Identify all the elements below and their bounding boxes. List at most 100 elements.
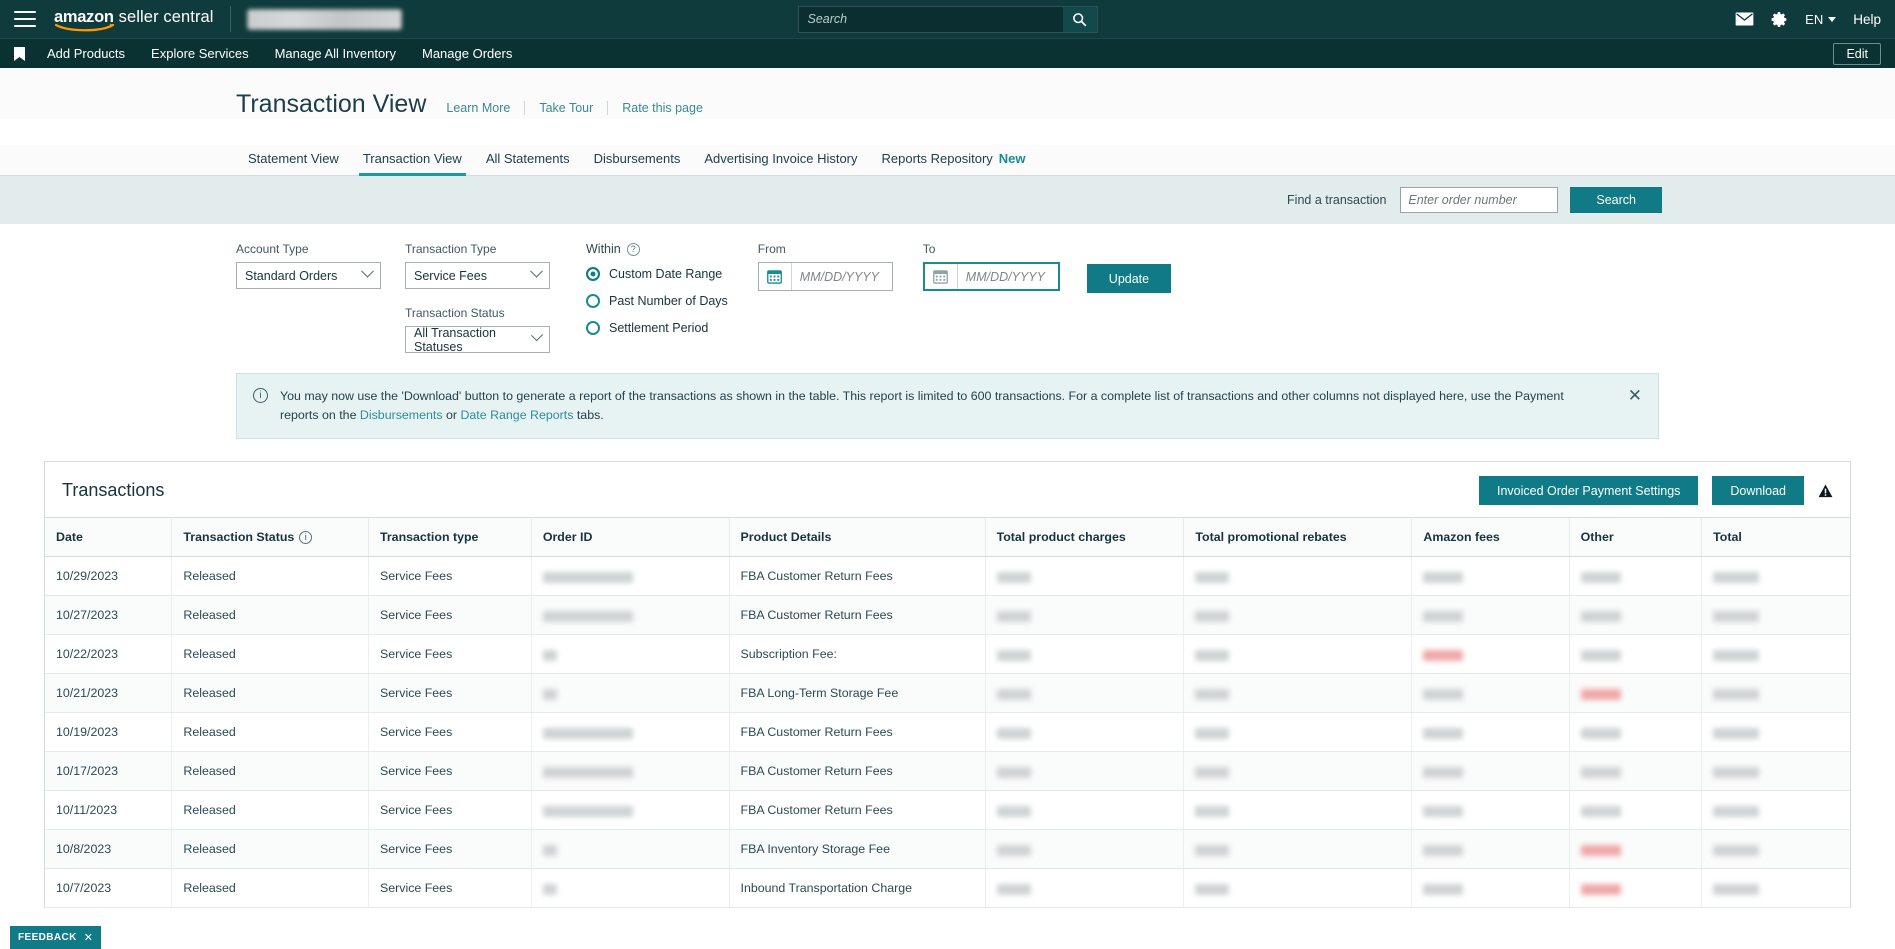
search-button[interactable] xyxy=(1062,5,1098,33)
redacted-amount xyxy=(1423,688,1464,700)
info-circle-icon[interactable]: i xyxy=(299,530,313,544)
cell-product-details: FBA Customer Return Fees xyxy=(729,751,986,792)
table-row[interactable]: 10/11/2023 Released Service Fees FBA Custom… xyxy=(45,790,1850,831)
table-row[interactable]: 10/21/2023 Released Service Fees FBA Long-T… xyxy=(45,673,1850,714)
column-header-transaction-type[interactable]: Transaction type xyxy=(368,517,532,558)
subnav-item-add-products[interactable]: Add Products xyxy=(47,46,125,61)
cell-order-id[interactable] xyxy=(531,868,730,909)
redacted-amount xyxy=(1713,844,1760,856)
column-label: Transaction type xyxy=(379,530,479,545)
cell-order-id[interactable] xyxy=(531,790,730,831)
tab-advertising-invoice-history[interactable]: Advertising Invoice History xyxy=(692,145,869,175)
column-header-product-details[interactable]: Product Details xyxy=(729,517,986,558)
redacted-amount xyxy=(1713,610,1760,622)
cell-total-promotional-rebates xyxy=(1183,868,1413,909)
transaction-status-select[interactable]: All Transaction Statuses xyxy=(405,326,550,354)
subnav-item-manage-orders[interactable]: Manage Orders xyxy=(422,46,512,61)
table-row[interactable]: 10/22/2023 Released Service Fees Subscripti… xyxy=(45,634,1850,675)
amazon-seller-central-logo[interactable]: amazon seller central xyxy=(54,8,214,32)
cell-other xyxy=(1569,556,1703,597)
order-number-input[interactable] xyxy=(1400,187,1559,213)
calendar-icon[interactable] xyxy=(759,263,792,290)
redacted-amount xyxy=(996,883,1031,895)
cell-order-id[interactable] xyxy=(531,673,730,714)
cell-order-id[interactable] xyxy=(531,556,730,597)
warning-triangle-icon[interactable] xyxy=(1818,484,1833,498)
page-root: amazon seller central Search EN Help Add… xyxy=(0,0,1895,949)
column-header-total-promotional-rebates[interactable]: Total promotional rebates xyxy=(1183,517,1413,558)
banner-text-mid: or xyxy=(442,408,461,423)
table-header-row: Date Transaction Status i Transaction typ… xyxy=(45,517,1850,558)
mail-icon[interactable] xyxy=(1735,12,1754,26)
tab-disbursements[interactable]: Disbursements xyxy=(582,145,693,175)
transaction-type-select[interactable]: Service Fees xyxy=(405,262,550,289)
subnav-item-explore-services[interactable]: Explore Services xyxy=(151,46,249,61)
update-button[interactable]: Update xyxy=(1086,264,1172,293)
to-date-input[interactable] xyxy=(957,264,1058,289)
radio-custom-date-range[interactable]: Custom Date Range xyxy=(586,267,728,281)
from-date-input[interactable] xyxy=(791,263,892,290)
cell-order-id[interactable] xyxy=(531,595,730,636)
tab-reports-repository[interactable]: Reports Repository New xyxy=(870,145,1038,175)
learn-more-link[interactable]: Learn More xyxy=(442,101,524,115)
help-question-icon[interactable]: ? xyxy=(626,242,640,256)
table-row[interactable]: 10/19/2023 Released Service Fees FBA Custom… xyxy=(45,712,1850,753)
table-row[interactable]: 10/17/2023 Released Service Fees FBA Custom… xyxy=(45,751,1850,792)
cell-order-id[interactable] xyxy=(531,829,730,870)
bookmark-icon[interactable] xyxy=(14,46,25,61)
hamburger-menu-icon[interactable] xyxy=(14,11,36,27)
column-header-amazon-fees[interactable]: Amazon fees xyxy=(1411,517,1570,558)
radio-settlement-period[interactable]: Settlement Period xyxy=(586,321,728,335)
column-header-order-id[interactable]: Order ID xyxy=(531,517,730,558)
from-date-input-wrapper[interactable] xyxy=(757,262,893,291)
redacted-order-id xyxy=(542,649,557,661)
feedback-tab[interactable]: FEEDBACK ✕ xyxy=(10,926,102,949)
table-row[interactable]: 10/7/2023 Released Service Fees Inbound Tra… xyxy=(45,868,1850,909)
column-header-total-product-charges[interactable]: Total product charges xyxy=(985,517,1185,558)
date-range-reports-link[interactable]: Date Range Reports xyxy=(460,408,573,422)
table-row[interactable]: 10/8/2023 Released Service Fees FBA Invento… xyxy=(45,829,1850,870)
take-tour-link[interactable]: Take Tour xyxy=(525,101,607,115)
rate-this-page-link[interactable]: Rate this page xyxy=(608,101,717,115)
cell-order-id[interactable] xyxy=(531,634,730,675)
tab-all-statements[interactable]: All Statements xyxy=(474,145,582,175)
cell-transaction-type: Service Fees xyxy=(368,790,532,831)
radio-indicator[interactable] xyxy=(586,267,600,281)
help-link[interactable]: Help xyxy=(1853,12,1881,27)
column-header-transaction-status[interactable]: Transaction Status i xyxy=(171,517,369,558)
account-type-select[interactable]: Standard Orders xyxy=(236,262,381,289)
store-name-redacted[interactable] xyxy=(246,8,402,30)
search-input[interactable] xyxy=(797,5,1063,33)
table-row[interactable]: 10/29/2023 Released Service Fees FBA Custom… xyxy=(45,556,1850,597)
tab-statement-view[interactable]: Statement View xyxy=(236,145,351,175)
column-label: Order ID xyxy=(542,530,593,545)
calendar-icon[interactable] xyxy=(925,264,958,289)
redacted-order-id xyxy=(542,844,557,856)
disbursements-link[interactable]: Disbursements xyxy=(360,408,443,422)
cell-other xyxy=(1569,673,1703,714)
column-header-other[interactable]: Other xyxy=(1569,517,1703,558)
cell-total-promotional-rebates xyxy=(1183,556,1413,597)
edit-navigation-button[interactable]: Edit xyxy=(1833,42,1881,65)
find-search-button[interactable]: Search xyxy=(1570,187,1662,213)
find-transaction-label: Find a transaction xyxy=(1287,193,1387,207)
to-date-input-wrapper[interactable] xyxy=(922,262,1060,291)
download-button[interactable]: Download xyxy=(1712,476,1804,506)
radio-indicator[interactable] xyxy=(586,321,600,335)
cell-order-id[interactable] xyxy=(531,712,730,753)
radio-indicator[interactable] xyxy=(586,294,600,308)
table-row[interactable]: 10/27/2023 Released Service Fees FBA Custom… xyxy=(45,595,1850,636)
invoiced-order-payment-settings-button[interactable]: Invoiced Order Payment Settings xyxy=(1478,476,1699,506)
tab-transaction-view[interactable]: Transaction View xyxy=(351,145,474,176)
account-type-value: Standard Orders xyxy=(245,268,338,283)
subnav-item-manage-all-inventory[interactable]: Manage All Inventory xyxy=(275,46,396,61)
gear-icon[interactable] xyxy=(1771,11,1788,28)
close-icon[interactable]: ✕ xyxy=(1610,387,1642,404)
cell-order-id[interactable] xyxy=(531,751,730,792)
radio-past-number-of-days[interactable]: Past Number of Days xyxy=(586,294,728,308)
column-header-date[interactable]: Date xyxy=(45,517,173,558)
language-selector[interactable]: EN xyxy=(1805,12,1837,27)
redacted-order-id xyxy=(542,610,633,622)
column-header-total[interactable]: Total xyxy=(1701,517,1850,558)
cell-date: 10/11/2023 xyxy=(45,790,173,831)
